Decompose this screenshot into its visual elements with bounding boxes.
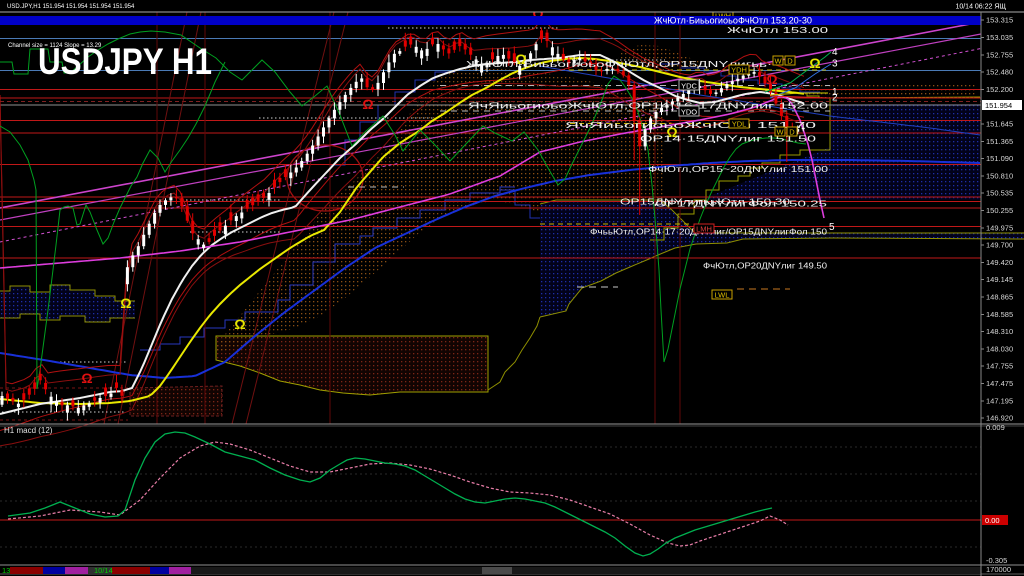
svg-text:LMH: LMH [696, 225, 712, 234]
svg-text:151.090: 151.090 [986, 154, 1013, 163]
svg-text:USDJPY H1: USDJPY H1 [38, 41, 212, 82]
svg-text:D: D [789, 128, 795, 137]
svg-text:153.035: 153.035 [986, 33, 1013, 42]
svg-text:ЖчЮтл·БиььогиоьоФчЮтл 153.20-3: ЖчЮтл·БиььогиоьоФчЮтл 153.20-30 [654, 16, 812, 27]
svg-text:Ω: Ω [809, 55, 820, 71]
svg-text:ЖчЮтл 153.00: ЖчЮтл 153.00 [727, 25, 828, 35]
svg-text:ЖчЮтл·БиььогиоьоФчЮтл,OP15ДNYл: ЖчЮтл·БиььогиоьоФчЮтл,OP15ДNYлигьь· [466, 59, 772, 69]
svg-text:YDH: YDH [731, 66, 747, 75]
svg-text:148.585: 148.585 [986, 310, 1013, 319]
svg-text:149.700: 149.700 [986, 240, 1013, 249]
svg-text:151.954: 151.954 [985, 101, 1012, 110]
svg-text:152.480: 152.480 [986, 68, 1013, 77]
svg-text:150.255: 150.255 [986, 206, 1013, 215]
svg-text:10/14 06:22 ЯЩ: 10/14 06:22 ЯЩ [955, 4, 1006, 11]
svg-text:147.195: 147.195 [986, 396, 1013, 405]
svg-text:148.030: 148.030 [986, 344, 1013, 353]
svg-text:OP15ДNYлигььЮтл 150.30: OP15ДNYлигььЮтл 150.30 [620, 197, 790, 207]
svg-text:YDO: YDO [681, 108, 697, 117]
svg-text:3: 3 [832, 59, 838, 70]
svg-text:152.200: 152.200 [986, 85, 1013, 94]
svg-text:5: 5 [829, 222, 835, 233]
svg-text:H1 macd (12): H1 macd (12) [4, 426, 53, 435]
svg-text:D: D [787, 57, 793, 66]
svg-text:151.365: 151.365 [986, 137, 1013, 146]
svg-text:Ω: Ω [81, 370, 92, 386]
svg-text:147.755: 147.755 [986, 362, 1013, 371]
svg-text:153.315: 153.315 [986, 16, 1013, 25]
svg-text:Ω: Ω [120, 295, 131, 311]
svg-text:4: 4 [832, 47, 838, 58]
svg-text:W: W [774, 57, 782, 66]
svg-text:USD.JPY,H1 151.954 151.954 15: USD.JPY,H1 151.954 151.954 151.954 151.9… [7, 4, 135, 10]
svg-text:LWL: LWL [715, 291, 730, 300]
svg-text:151.645: 151.645 [986, 119, 1013, 128]
svg-text:149.145: 149.145 [986, 275, 1013, 284]
svg-text:150.810: 150.810 [986, 171, 1013, 180]
svg-text:148.865: 148.865 [986, 292, 1013, 301]
svg-text:W: W [776, 128, 784, 137]
svg-text:13: 13 [2, 566, 10, 575]
svg-text:10/14: 10/14 [94, 566, 113, 575]
svg-text:ФчЮтл,OP15~20ДNYлиг 151.00: ФчЮтл,OP15~20ДNYлиг 151.00 [648, 164, 828, 174]
svg-text:147.475: 147.475 [986, 379, 1013, 388]
svg-text:Ω: Ω [234, 316, 245, 332]
svg-text:2: 2 [832, 93, 838, 104]
svg-text:0.00: 0.00 [985, 516, 1000, 525]
svg-text:149.420: 149.420 [986, 258, 1013, 267]
svg-text:170000: 170000 [986, 565, 1011, 574]
svg-text:149.975: 149.975 [986, 223, 1013, 232]
svg-text:0.009: 0.009 [986, 423, 1005, 432]
svg-text:-0.305: -0.305 [986, 556, 1007, 565]
svg-text:ФчЮтл,OP20ДNYлиг 149.50: ФчЮтл,OP20ДNYлиг 149.50 [703, 261, 827, 271]
svg-text:150.535: 150.535 [986, 189, 1013, 198]
svg-text:ЯчЯиьогиоьоЖчЮтл,OP14·16·17ДNY: ЯчЯиьогиоьоЖчЮтл,OP14·16·17ДNYлиг 152.00 [468, 101, 828, 111]
svg-text:YDC: YDC [681, 82, 697, 91]
svg-text:YDL: YDL [732, 120, 747, 129]
svg-text:146.920: 146.920 [986, 413, 1013, 422]
svg-text:152.755: 152.755 [986, 50, 1013, 59]
svg-text:Ω: Ω [362, 96, 373, 112]
svg-text:148.310: 148.310 [986, 327, 1013, 336]
svg-text:Ω: Ω [766, 71, 777, 87]
